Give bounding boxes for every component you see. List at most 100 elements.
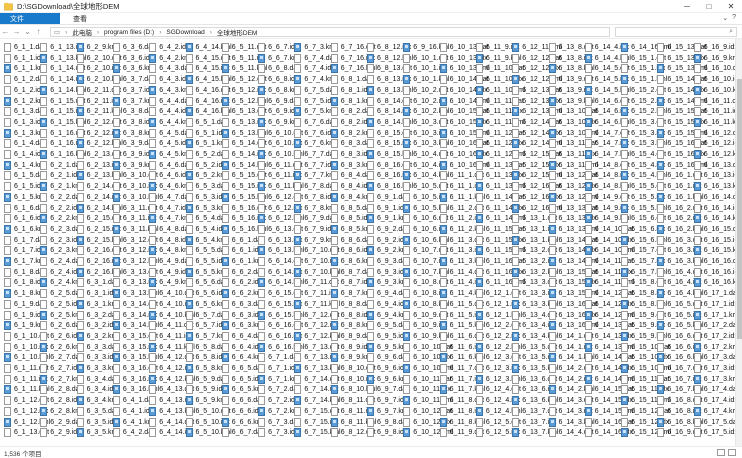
file-item[interactable]: 6_16_16.kml bbox=[693, 277, 735, 288]
address-bar[interactable]: ▭ › 此电脑 › program files (D:) › SGDownloa… bbox=[50, 27, 610, 37]
file-item[interactable]: 6_16_12.idx bbox=[693, 138, 735, 149]
dat-file-icon bbox=[548, 43, 556, 52]
dat-file-icon bbox=[657, 139, 665, 149]
tab-file[interactable]: 文件 bbox=[0, 13, 60, 24]
dat-file-icon bbox=[258, 321, 266, 331]
file-item[interactable]: 6_17_2.idx bbox=[693, 331, 735, 342]
breadcrumb-sgdownload[interactable]: SGDownload bbox=[166, 29, 204, 36]
kml-file-icon bbox=[548, 385, 556, 395]
large-icons-view-icon[interactable] bbox=[728, 449, 736, 456]
file-item[interactable]: 6_16_13.idx bbox=[693, 170, 735, 181]
file-item[interactable]: 6_17_2.kml bbox=[693, 342, 735, 353]
kml-file-icon bbox=[403, 107, 411, 117]
file-item[interactable]: 6_16_9.kml bbox=[693, 53, 735, 64]
tab-view[interactable]: 查看 bbox=[64, 13, 96, 24]
file-item[interactable]: 6_16_15.idx bbox=[693, 235, 735, 246]
close-button[interactable]: ✕ bbox=[720, 0, 742, 13]
dat-file-icon bbox=[294, 406, 302, 416]
recent-chevron-icon[interactable]: ⌄ bbox=[22, 27, 33, 36]
kml-file-icon bbox=[657, 128, 665, 138]
file-item[interactable]: 6_17_1.kml bbox=[693, 310, 735, 321]
dat-file-icon bbox=[512, 214, 520, 224]
file-item[interactable]: 6_17_1.dat bbox=[693, 288, 735, 299]
file-item[interactable]: 6_16_15.dat bbox=[693, 224, 735, 235]
idx-file-icon bbox=[475, 43, 483, 52]
idx-file-icon bbox=[621, 321, 629, 331]
dat-file-icon bbox=[512, 310, 520, 320]
idx-file-icon bbox=[294, 289, 302, 299]
kml-file-icon bbox=[548, 224, 556, 234]
kml-file-icon bbox=[185, 299, 193, 309]
file-item[interactable]: 6_17_3.kml bbox=[693, 374, 735, 385]
file-item[interactable]: 6_16_15.kml bbox=[693, 245, 735, 256]
dat-file-icon bbox=[548, 299, 556, 309]
dat-file-icon bbox=[221, 203, 229, 213]
file-item[interactable]: 6_16_16.idx bbox=[693, 267, 735, 278]
window-controls: ─ □ ✕ bbox=[676, 0, 742, 13]
kml-file-icon bbox=[475, 53, 483, 63]
back-arrow-icon[interactable]: ← bbox=[0, 27, 11, 36]
file-item[interactable]: 6_16_13.kml bbox=[693, 181, 735, 192]
file-item[interactable]: 6_16_12.dat bbox=[693, 128, 735, 139]
forward-arrow-icon[interactable]: → bbox=[11, 27, 22, 36]
help-icon[interactable]: ? bbox=[732, 14, 736, 22]
details-view-icon[interactable] bbox=[717, 449, 725, 456]
breadcrumb-dem-folder[interactable]: 全球地形DEM bbox=[217, 27, 257, 37]
file-item[interactable]: 6_16_10.kml bbox=[693, 85, 735, 96]
search-input[interactable]: ⌕ bbox=[615, 27, 737, 37]
kml-file-icon bbox=[4, 417, 11, 427]
idx-file-icon bbox=[367, 107, 374, 117]
minimize-button[interactable]: ─ bbox=[676, 0, 698, 13]
kml-file-icon bbox=[512, 75, 520, 85]
idx-file-icon bbox=[149, 139, 157, 149]
idx-file-icon bbox=[548, 278, 556, 288]
kml-file-icon bbox=[548, 96, 556, 106]
file-item[interactable]: 6_16_14.idx bbox=[693, 203, 735, 214]
file-item[interactable]: 6_16_16.dat bbox=[693, 256, 735, 267]
file-item[interactable]: 6_16_13.dat bbox=[693, 160, 735, 171]
dat-file-icon bbox=[185, 182, 193, 192]
file-item[interactable]: 6_17_4.idx bbox=[693, 395, 735, 406]
file-item[interactable]: 6_16_11.idx bbox=[693, 106, 735, 117]
dat-file-icon bbox=[403, 85, 411, 95]
maximize-button[interactable]: □ bbox=[698, 0, 720, 13]
file-item[interactable]: 6_17_2.dat bbox=[693, 320, 735, 331]
file-item[interactable]: 6_17_5.dat bbox=[693, 417, 735, 428]
file-item[interactable]: 6_16_10.idx bbox=[693, 74, 735, 85]
breadcrumb-drive[interactable]: program files (D:) bbox=[104, 29, 154, 36]
kml-file-icon bbox=[693, 342, 701, 352]
file-item[interactable]: 6_16_12.kml bbox=[693, 149, 735, 160]
idx-file-icon bbox=[584, 267, 592, 277]
file-item[interactable]: 6_16_10.dat bbox=[693, 63, 735, 74]
breadcrumb-this-pc[interactable]: 此电脑 bbox=[72, 27, 92, 37]
kml-file-icon bbox=[294, 107, 302, 117]
file-item[interactable]: 6_16_11.dat bbox=[693, 96, 735, 107]
kml-file-icon bbox=[294, 203, 302, 213]
idx-file-icon bbox=[185, 289, 193, 299]
idx-file-icon bbox=[4, 278, 11, 288]
file-item[interactable]: 6_17_4.dat bbox=[693, 384, 735, 395]
idx-file-icon bbox=[221, 182, 229, 192]
dat-file-icon bbox=[4, 235, 11, 245]
scrollbar-thumb[interactable] bbox=[737, 79, 742, 339]
file-item[interactable]: 6_17_1.idx bbox=[693, 299, 735, 310]
file-item[interactable]: 6_16_14.dat bbox=[693, 192, 735, 203]
file-item[interactable]: 6_17_3.dat bbox=[693, 352, 735, 363]
idx-file-icon bbox=[439, 182, 447, 192]
file-item[interactable]: 6_17_3.idx bbox=[693, 363, 735, 374]
dat-file-icon bbox=[693, 417, 701, 427]
vertical-scrollbar[interactable] bbox=[735, 39, 742, 446]
idx-file-icon bbox=[584, 299, 592, 309]
idx-file-icon bbox=[584, 235, 592, 245]
dat-file-icon bbox=[403, 246, 411, 256]
file-item[interactable]: 6_17_5.idx bbox=[693, 427, 735, 438]
up-arrow-icon[interactable]: ↑ bbox=[33, 27, 44, 36]
file-item[interactable]: 6_17_4.kml bbox=[693, 406, 735, 417]
file-item[interactable]: 6_16_14.kml bbox=[693, 213, 735, 224]
dat-file-icon bbox=[149, 353, 157, 363]
chevron-down-icon[interactable]: ⌄ bbox=[722, 14, 728, 22]
idx-file-icon bbox=[584, 364, 592, 373]
file-item[interactable]: 6_16_11.kml bbox=[693, 117, 735, 128]
idx-file-icon bbox=[76, 289, 84, 299]
file-item[interactable]: 6_16_9.idx bbox=[693, 42, 735, 53]
